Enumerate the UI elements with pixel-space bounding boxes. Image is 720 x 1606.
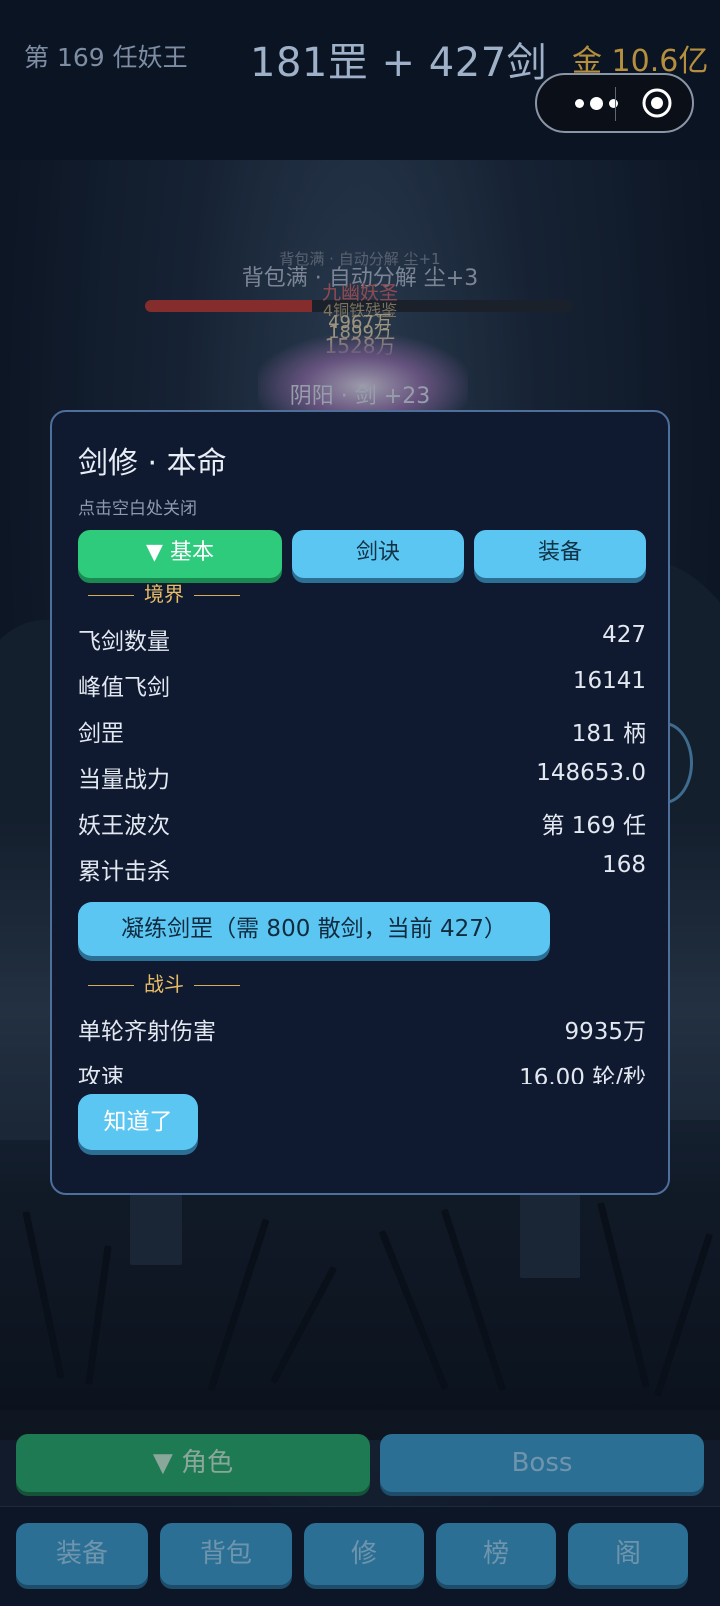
stat-value: 168 xyxy=(602,852,646,878)
battle-heading-text: 战斗 xyxy=(144,972,184,996)
stat-key: 单轮齐射伤害 xyxy=(78,1019,216,1045)
stat-value: 第 169 任 xyxy=(541,813,646,839)
stat-value: 148653.0 xyxy=(536,760,646,786)
stat-key: 当量战力 xyxy=(78,767,170,793)
nav-backpack[interactable]: 背包 xyxy=(160,1523,292,1585)
tab-basic[interactable]: ▼ 基本 xyxy=(78,530,282,578)
stat-value: 427 xyxy=(602,622,646,648)
stat-row: 剑罡 181 柄 xyxy=(78,714,646,754)
character-dialog: 剑修 · 本命 点击空白处关闭 ▼ 基本 剑诀 装备 境界 飞剑数量 427 峰… xyxy=(50,410,670,1195)
tab-sword-art[interactable]: 剑诀 xyxy=(292,530,464,578)
realm-heading-text: 境界 xyxy=(144,582,184,606)
stat-key: 剑罡 xyxy=(78,721,124,747)
nav-pavilion[interactable]: 阁 xyxy=(568,1523,688,1585)
stat-value: 9935万 xyxy=(564,1019,646,1045)
stat-value: 16.00 轮/秒 xyxy=(519,1065,646,1084)
bottom-controls: ▼ 角色 Boss 装备 背包 修 榜 阁 xyxy=(0,1410,720,1606)
stat-row: 单轮齐射伤害 9935万 xyxy=(78,1012,646,1052)
nav-cultivate[interactable]: 修 xyxy=(304,1523,424,1585)
tab-equipment[interactable]: 装备 xyxy=(474,530,646,578)
sword-counter: 181罡 + 427剑 xyxy=(250,40,548,86)
nav-equipment[interactable]: 装备 xyxy=(16,1523,148,1585)
wave-label: 第 169 任妖王 xyxy=(24,43,188,72)
boss-button[interactable]: Boss xyxy=(380,1434,704,1492)
battle-section-heading: 战斗 xyxy=(78,968,250,997)
stat-row: 妖王波次 第 169 任 xyxy=(78,806,646,846)
bottom-nav: 装备 背包 修 榜 阁 xyxy=(0,1506,720,1606)
stat-key: 攻速 xyxy=(78,1065,124,1084)
stat-row: 飞剑数量 427 xyxy=(78,622,646,662)
stat-key: 累计击杀 xyxy=(78,859,170,885)
miniprogram-capsule xyxy=(535,73,694,133)
stat-row: 峰值飞剑 16141 xyxy=(78,668,646,708)
stat-value: 16141 xyxy=(572,668,646,694)
stat-row: 当量战力 148653.0 xyxy=(78,760,646,800)
stat-row: 攻速 16.00 轮/秒 xyxy=(78,1058,646,1084)
top-status-bar: 第 169 任妖王 181罡 + 427剑 金 10.6亿 xyxy=(0,0,720,160)
ok-button[interactable]: 知道了 xyxy=(78,1094,198,1150)
realm-section-heading: 境界 xyxy=(78,578,250,607)
dialog-scroll-area[interactable]: 剑修 · 本命 点击空白处关闭 ▼ 基本 剑诀 装备 境界 飞剑数量 427 峰… xyxy=(52,412,672,1084)
stat-key: 峰值飞剑 xyxy=(78,675,170,701)
nav-ranking[interactable]: 榜 xyxy=(436,1523,556,1585)
role-button[interactable]: ▼ 角色 xyxy=(16,1434,370,1492)
stat-value: 181 柄 xyxy=(571,721,646,747)
dialog-hint: 点击空白处关闭 xyxy=(78,499,197,519)
stat-row: 累计击杀 168 xyxy=(78,852,646,892)
stat-key: 妖王波次 xyxy=(78,813,170,839)
refine-gang-button[interactable]: 凝练剑罡（需 800 散剑，当前 427） xyxy=(78,902,550,956)
stat-key: 飞剑数量 xyxy=(78,629,170,655)
close-target-icon[interactable] xyxy=(641,87,673,119)
dialog-title: 剑修 · 本命 xyxy=(78,446,227,481)
more-icon[interactable] xyxy=(557,85,635,121)
